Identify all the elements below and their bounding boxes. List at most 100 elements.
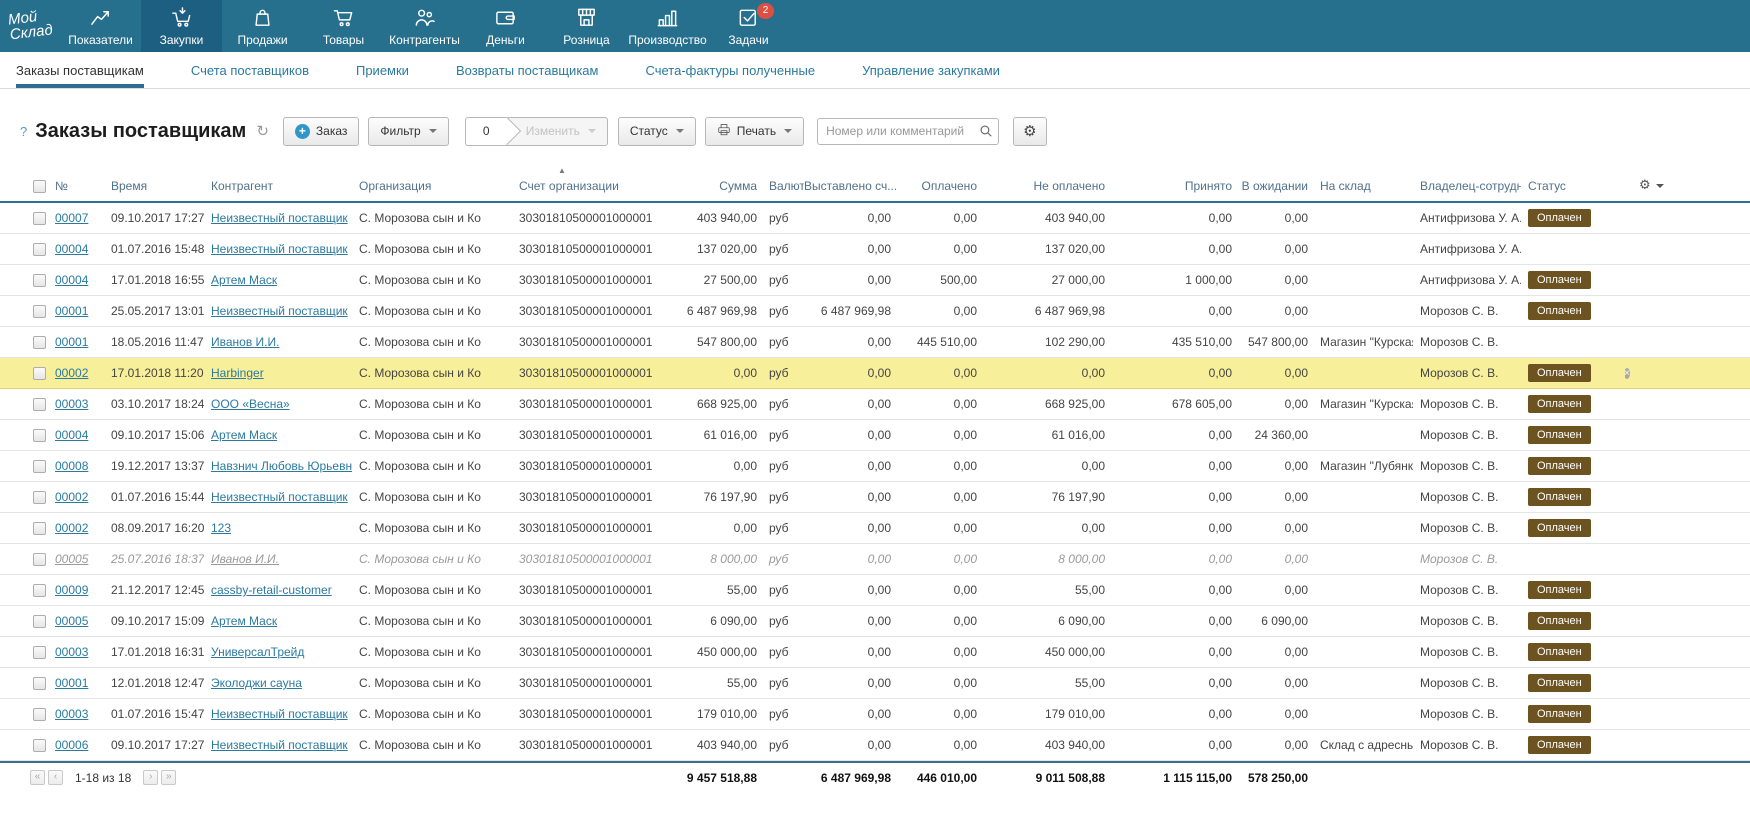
table-row-10[interactable]: 0000201.07.2016 15:44Неизвестный поставщ… [0, 482, 1750, 513]
status-badge[interactable]: Оплачен [1528, 519, 1591, 537]
counterparty-link[interactable]: Артем Маск [211, 428, 277, 442]
counterparty-link[interactable]: ООО «Весна» [211, 397, 290, 411]
order-number-link[interactable]: 00002 [55, 521, 88, 535]
create-order-button[interactable]: + Заказ [283, 117, 359, 146]
table-row-4[interactable]: 0000125.05.2017 13:01Неизвестный поставщ… [0, 296, 1750, 327]
row-checkbox[interactable] [33, 336, 46, 349]
row-checkbox[interactable] [33, 460, 46, 473]
column-header-14[interactable]: Владелец-сотрудник [1413, 179, 1521, 193]
table-row-13[interactable]: 0000921.12.2017 12:45cassby-retail-custo… [0, 575, 1750, 606]
column-header-15[interactable]: Статус [1521, 179, 1625, 193]
status-badge[interactable]: Оплачен [1528, 736, 1591, 754]
counterparty-link[interactable]: Эколоджи сауна [211, 676, 302, 690]
print-button[interactable]: Печать [705, 117, 804, 146]
order-number-link[interactable]: 00003 [55, 645, 88, 659]
status-badge[interactable]: Оплачен [1528, 302, 1591, 320]
subnav-item-2[interactable]: Счета поставщиков [191, 52, 309, 88]
nav-item-1[interactable]: Показатели [60, 0, 141, 52]
table-row-8[interactable]: 0000409.10.2017 15:06Артем МаскС. Морозо… [0, 420, 1750, 451]
order-number-link[interactable]: 00004 [55, 428, 88, 442]
status-badge[interactable]: Оплачен [1528, 612, 1591, 630]
first-page-button[interactable]: « [30, 770, 45, 785]
status-badge[interactable]: Оплачен [1528, 674, 1591, 692]
status-badge[interactable]: Оплачен [1528, 457, 1591, 475]
order-number-link[interactable]: 00001 [55, 335, 88, 349]
table-row-9[interactable]: 0000819.12.2017 13:37Навзнич Любовь Юрье… [0, 451, 1750, 482]
search-icon[interactable] [979, 124, 993, 138]
nav-item-2[interactable]: Закупки [141, 0, 222, 52]
row-checkbox[interactable] [33, 584, 46, 597]
subnav-item-5[interactable]: Счета-фактуры полученные [645, 52, 815, 88]
counterparty-link[interactable]: Неизвестный поставщик [211, 304, 348, 318]
counterparty-link[interactable]: Неизвестный поставщик [211, 490, 348, 504]
select-all-checkbox[interactable] [33, 180, 46, 193]
counterparty-link[interactable]: Неизвестный поставщик [211, 211, 348, 225]
table-row-11[interactable]: 0000208.09.2017 16:20123С. Морозова сын … [0, 513, 1750, 544]
table-row-6[interactable]: 0000217.01.2018 11:20HarbingerС. Морозов… [0, 358, 1750, 389]
table-row-16[interactable]: 0000112.01.2018 12:47Эколоджи саунаС. Мо… [0, 668, 1750, 699]
subnav-item-4[interactable]: Возвраты поставщикам [456, 52, 599, 88]
nav-item-5[interactable]: Контрагенты [384, 0, 465, 52]
table-row-12[interactable]: 0000525.07.2016 18:37Иванов И.И.С. Мороз… [0, 544, 1750, 575]
table-row-18[interactable]: 0000609.10.2017 17:27Неизвестный поставщ… [0, 730, 1750, 761]
column-header-2[interactable]: Время [104, 179, 204, 193]
status-button[interactable]: Статус [618, 117, 696, 146]
column-header-6[interactable]: Сумма [680, 179, 762, 193]
row-checkbox[interactable] [33, 274, 46, 287]
row-checkbox[interactable] [33, 615, 46, 628]
refresh-icon[interactable]: ↻ [256, 122, 269, 140]
subnav-item-1[interactable]: Заказы поставщикам [16, 52, 144, 88]
column-header-10[interactable]: Не оплачено [982, 179, 1110, 193]
counterparty-link[interactable]: Иванов И.И. [211, 335, 279, 349]
column-header-9[interactable]: Оплачено [896, 179, 982, 193]
order-number-link[interactable]: 00001 [55, 304, 88, 318]
status-badge[interactable]: Оплачен [1528, 395, 1591, 413]
help-icon[interactable]: ? [20, 124, 27, 139]
order-number-link[interactable]: 00009 [55, 583, 88, 597]
order-number-link[interactable]: 00007 [55, 211, 88, 225]
row-checkbox[interactable] [33, 708, 46, 721]
subnav-item-6[interactable]: Управление закупками [862, 52, 1000, 88]
last-page-button[interactable]: » [161, 770, 176, 785]
counterparty-link[interactable]: Harbinger [211, 366, 264, 380]
order-number-link[interactable]: 00008 [55, 459, 88, 473]
row-checkbox[interactable] [33, 212, 46, 225]
counterparty-link[interactable]: УниверсалТрейд [211, 645, 304, 659]
counterparty-link[interactable]: Неизвестный поставщик [211, 738, 348, 752]
order-number-link[interactable]: 00002 [55, 366, 88, 380]
table-row-15[interactable]: 0000317.01.2018 16:31УниверсалТрейдС. Мо… [0, 637, 1750, 668]
table-row-14[interactable]: 0000509.10.2017 15:09Артем МаскС. Морозо… [0, 606, 1750, 637]
table-row-5[interactable]: 0000118.05.2016 11:47Иванов И.И.С. Мороз… [0, 327, 1750, 358]
app-logo[interactable]: Мой Склад [0, 0, 63, 55]
row-checkbox[interactable] [33, 243, 46, 256]
nav-item-8[interactable]: Производство [627, 0, 708, 52]
counterparty-link[interactable]: Неизвестный поставщик [211, 707, 348, 721]
column-header-4[interactable]: Организация [352, 179, 512, 193]
nav-item-7[interactable]: Розница [546, 0, 627, 52]
column-header-3[interactable]: Контрагент [204, 179, 352, 193]
column-header-11[interactable]: Принято [1110, 179, 1237, 193]
table-row-2[interactable]: 0000401.07.2016 15:48Неизвестный поставщ… [0, 234, 1750, 265]
nav-item-3[interactable]: Продажи [222, 0, 303, 52]
row-checkbox[interactable] [33, 367, 46, 380]
column-header-5[interactable]: ▲Счет организации [512, 179, 680, 193]
nav-item-6[interactable]: Деньги [465, 0, 546, 52]
counterparty-link[interactable]: Навзнич Любовь Юрьевна [211, 459, 352, 473]
order-number-link[interactable]: 00003 [55, 397, 88, 411]
counterparty-link[interactable]: Артем Маск [211, 273, 277, 287]
status-badge[interactable]: Оплачен [1528, 643, 1591, 661]
status-badge[interactable]: Оплачен [1528, 581, 1591, 599]
counterparty-link[interactable]: cassby-retail-customer [211, 583, 332, 597]
order-number-link[interactable]: 00004 [55, 242, 88, 256]
order-number-link[interactable]: 00005 [55, 614, 88, 628]
column-header-1[interactable]: № [48, 179, 104, 193]
counterparty-link[interactable]: 123 [211, 521, 231, 535]
row-checkbox[interactable] [33, 553, 46, 566]
row-checkbox[interactable] [33, 305, 46, 318]
counterparty-link[interactable]: Иванов И.И. [211, 552, 279, 566]
close-icon[interactable]: × [1625, 368, 1630, 379]
row-checkbox[interactable] [33, 398, 46, 411]
next-page-button[interactable]: › [143, 770, 158, 785]
row-checkbox[interactable] [33, 491, 46, 504]
order-number-link[interactable]: 00001 [55, 676, 88, 690]
